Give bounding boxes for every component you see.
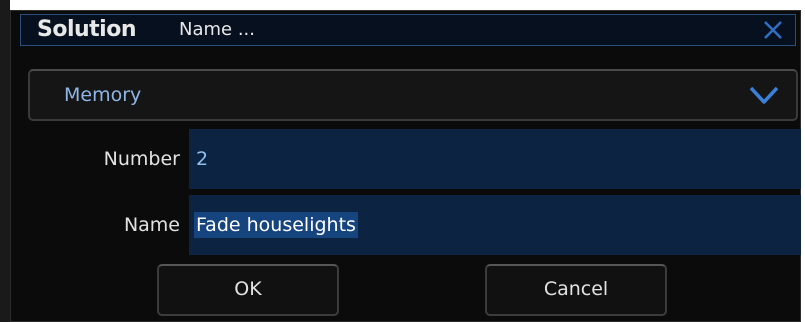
cancel-button[interactable]: Cancel bbox=[485, 264, 667, 316]
name-label: Name bbox=[123, 214, 180, 236]
close-icon[interactable] bbox=[761, 18, 785, 42]
chevron-down-icon[interactable] bbox=[748, 83, 780, 107]
ok-button[interactable]: OK bbox=[157, 264, 339, 316]
name-field-selected-text: Fade houselights bbox=[194, 212, 358, 238]
dropdown-selected-value: Memory bbox=[64, 84, 142, 106]
dialog-title-bar[interactable]: Solution Name ... bbox=[20, 14, 796, 46]
dialog-title: Name ... bbox=[179, 19, 255, 40]
brand-logo: Solution bbox=[37, 17, 137, 42]
number-field[interactable] bbox=[189, 129, 801, 189]
name-field[interactable]: Fade houselights bbox=[189, 195, 801, 255]
number-label: Number bbox=[103, 148, 180, 170]
background-window-edge bbox=[0, 0, 10, 322]
type-dropdown[interactable]: Memory bbox=[28, 69, 798, 121]
